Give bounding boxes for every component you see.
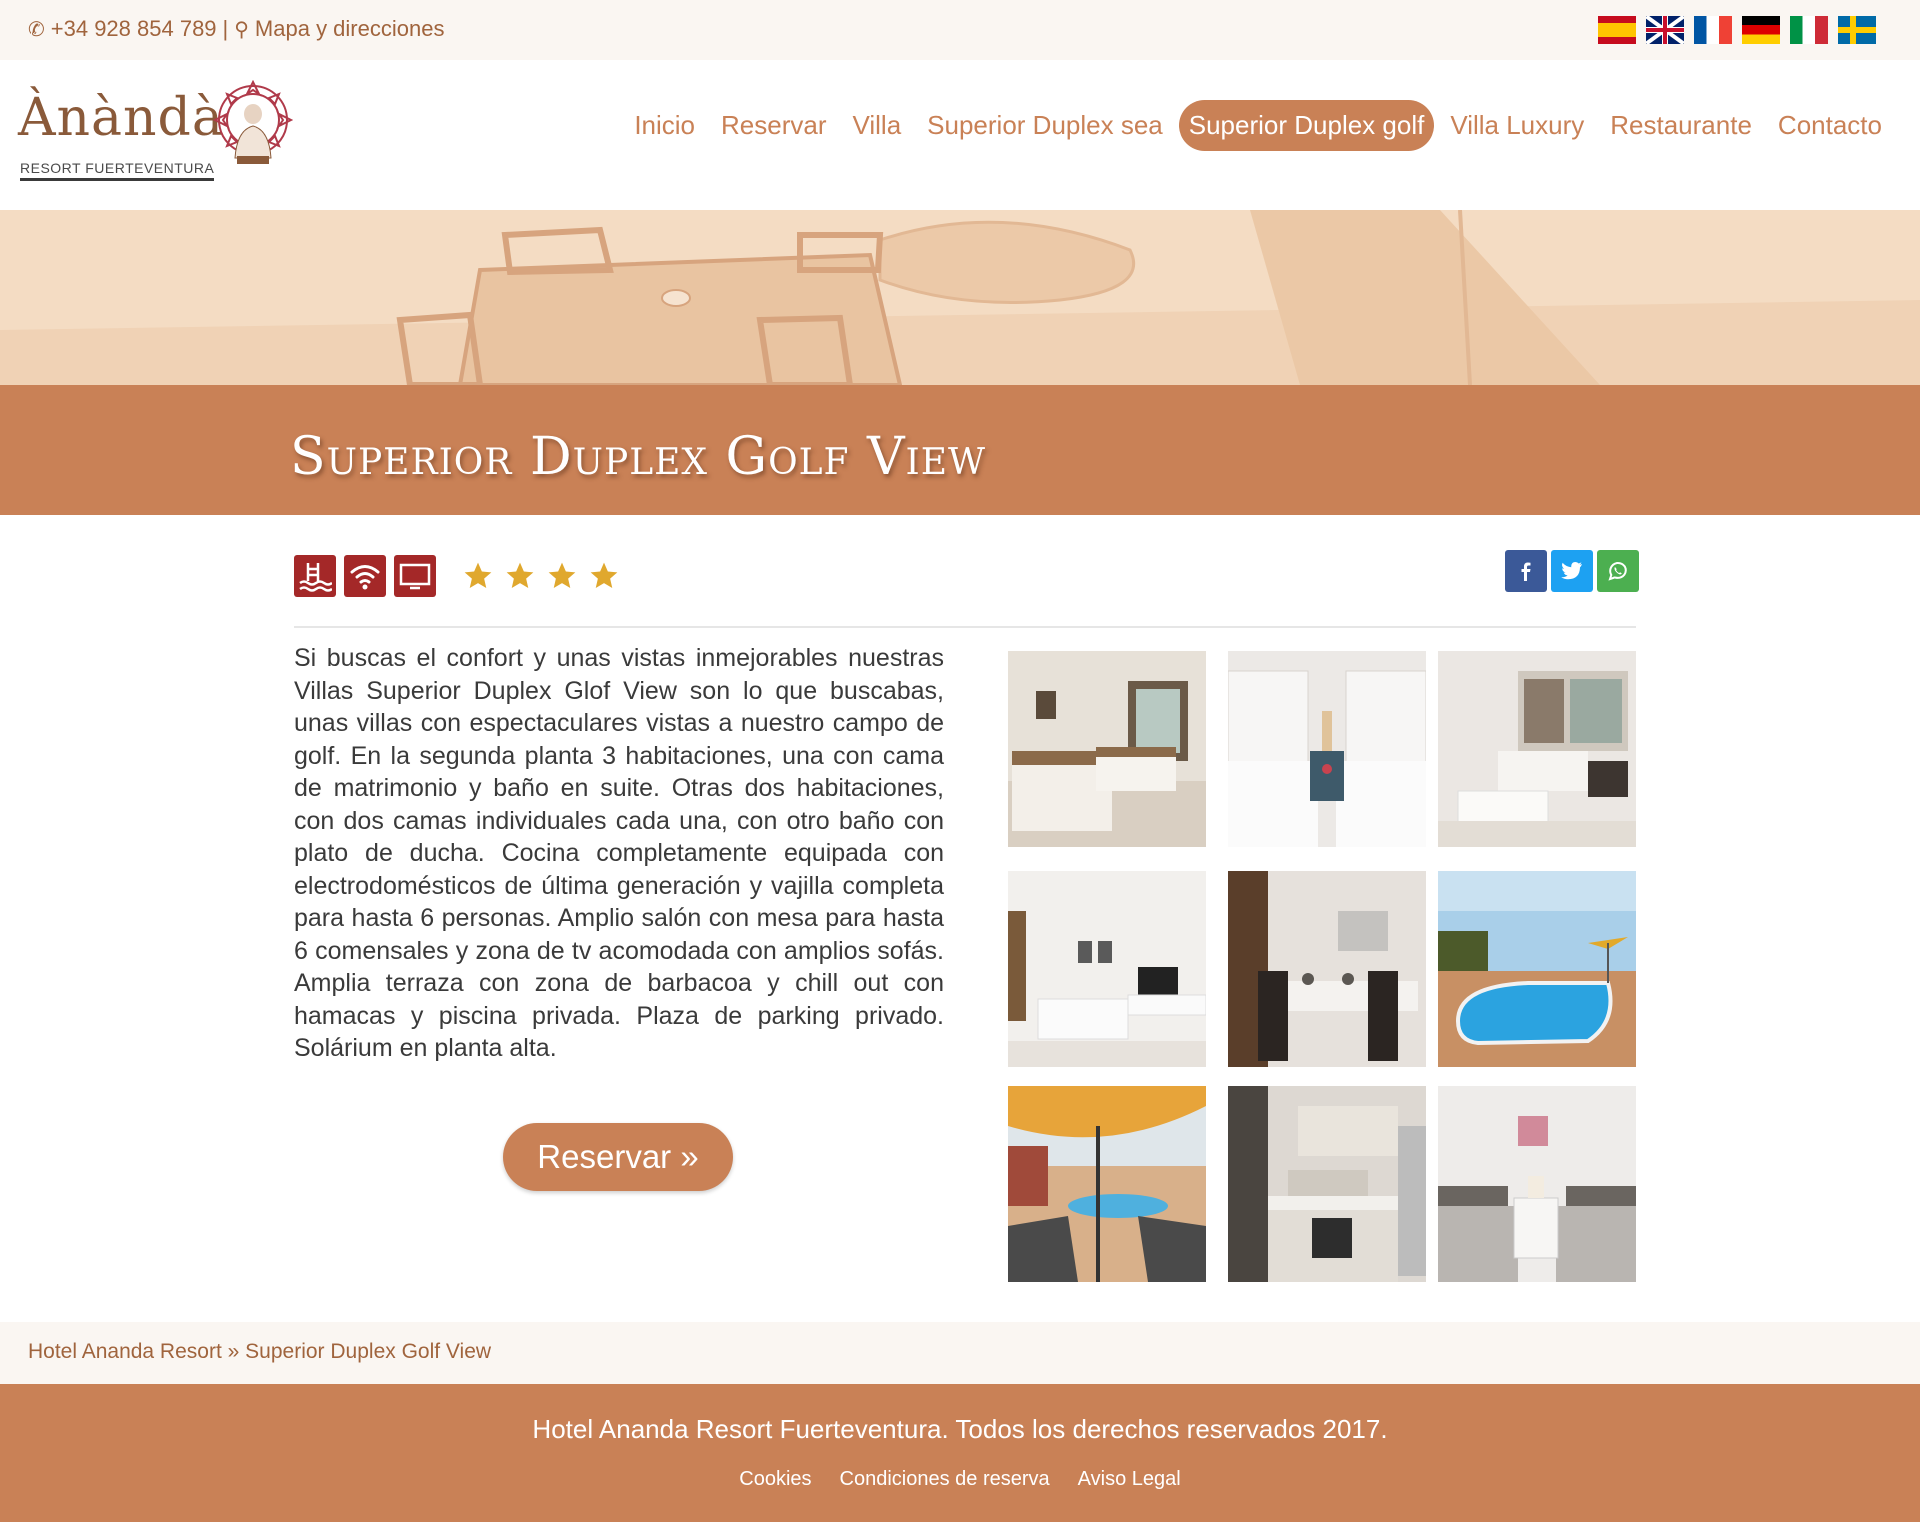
separator: | (222, 16, 229, 41)
language-selector (1598, 16, 1876, 44)
site-footer: Hotel Ananda Resort Fuerteventura. Todos… (0, 1384, 1920, 1522)
page-title: Superior Duplex Golf View (290, 427, 987, 487)
star-icon (590, 562, 618, 588)
gallery-photo-bedroom-headboards[interactable] (1228, 651, 1426, 847)
twitter-share-button[interactable] (1551, 550, 1593, 592)
map-marker-icon: ⚲ (234, 18, 249, 41)
divider (294, 626, 1636, 628)
reserve-button[interactable]: Reservar » (503, 1123, 733, 1191)
nav-villa[interactable]: Villa (843, 100, 912, 151)
whatsapp-share-button[interactable] (1597, 550, 1639, 592)
contact-info: ✆ +34 928 854 789 | ⚲ Mapa y direcciones (28, 16, 444, 42)
gallery-photo-kitchen[interactable] (1228, 1086, 1426, 1282)
copyright-text: Hotel Ananda Resort Fuerteventura. Todos… (532, 1414, 1388, 1444)
share-buttons (1505, 550, 1639, 592)
terrace-table-illustration (0, 210, 1920, 385)
flag-fr-icon[interactable] (1694, 16, 1732, 44)
nav-superior-duplex-golf[interactable]: Superior Duplex golf (1178, 100, 1435, 151)
gallery-photo-terrace-umbrella[interactable] (1008, 1086, 1206, 1282)
footer-link-booking-conditions[interactable]: Condiciones de reserva (840, 1468, 1050, 1491)
tv-icon (394, 555, 436, 597)
pool-icon (294, 555, 336, 597)
breadcrumb-current: Superior Duplex Golf View (245, 1340, 492, 1363)
phone-icon: ✆ (28, 18, 45, 41)
flag-sv-icon[interactable] (1838, 16, 1876, 44)
mandala-buddha-icon (213, 80, 293, 164)
star-icon (548, 562, 576, 588)
star-icon (464, 562, 492, 588)
top-bar: ✆ +34 928 854 789 | ⚲ Mapa y direcciones (0, 0, 1920, 60)
breadcrumb-trail: Hotel Ananda Resort » Superior Duplex Go… (28, 1340, 491, 1364)
site-header: Ànàndà RESORT FUERTEVENTURA Inicio Reser… (0, 60, 1920, 210)
nav-restaurante[interactable]: Restaurante (1600, 100, 1762, 151)
wifi-icon (344, 555, 386, 597)
flag-en-icon[interactable] (1646, 16, 1684, 44)
gallery-photo-lounge-tv[interactable] (1008, 871, 1206, 1067)
gallery-photo-bedroom-nightstand[interactable] (1438, 1086, 1636, 1282)
gallery-photo-pool[interactable] (1438, 871, 1636, 1067)
footer-links: Cookies Condiciones de reserva Aviso Leg… (0, 1468, 1920, 1491)
nav-contacto[interactable]: Contacto (1768, 100, 1892, 151)
nav-villa-luxury[interactable]: Villa Luxury (1440, 100, 1594, 151)
flag-es-icon[interactable] (1598, 16, 1636, 44)
room-description: Si buscas el confort y unas vistas inmej… (294, 644, 944, 1062)
gallery-photo-dining-room[interactable] (1228, 871, 1426, 1067)
hero-banner-image (0, 210, 1920, 385)
whatsapp-icon (1608, 561, 1627, 581)
nav-reservar[interactable]: Reservar (711, 100, 836, 151)
gallery-photo-bedroom-twin[interactable] (1008, 651, 1206, 847)
breadcrumb-home[interactable]: Hotel Ananda Resort (28, 1340, 222, 1363)
logo-wordmark: Ànàndà (18, 88, 224, 148)
amenities-row (294, 555, 620, 597)
footer-link-legal-notice[interactable]: Aviso Legal (1078, 1468, 1181, 1491)
flag-it-icon[interactable] (1790, 16, 1828, 44)
breadcrumb: Hotel Ananda Resort » Superior Duplex Go… (0, 1322, 1920, 1384)
breadcrumb-separator: » (227, 1340, 240, 1363)
logo[interactable]: Ànàndà RESORT FUERTEVENTURA (18, 80, 293, 190)
flag-de-icon[interactable] (1742, 16, 1780, 44)
main-nav: Inicio Reservar Villa Superior Duplex se… (624, 100, 1892, 151)
star-rating (462, 560, 620, 592)
map-link[interactable]: Mapa y direcciones (255, 16, 445, 42)
facebook-icon (1521, 562, 1531, 581)
page-title-bar: Superior Duplex Golf View (0, 385, 1920, 515)
photo-gallery (1008, 651, 1636, 1282)
facebook-share-button[interactable] (1505, 550, 1547, 592)
nav-superior-duplex-sea[interactable]: Superior Duplex sea (917, 100, 1173, 151)
nav-inicio[interactable]: Inicio (624, 100, 705, 151)
twitter-icon (1561, 562, 1582, 580)
logo-subtitle: RESORT FUERTEVENTURA (20, 160, 215, 181)
phone-number[interactable]: +34 928 854 789 (51, 16, 217, 42)
footer-link-cookies[interactable]: Cookies (739, 1468, 811, 1491)
gallery-photo-living-room[interactable] (1438, 651, 1636, 847)
star-icon (506, 562, 534, 588)
